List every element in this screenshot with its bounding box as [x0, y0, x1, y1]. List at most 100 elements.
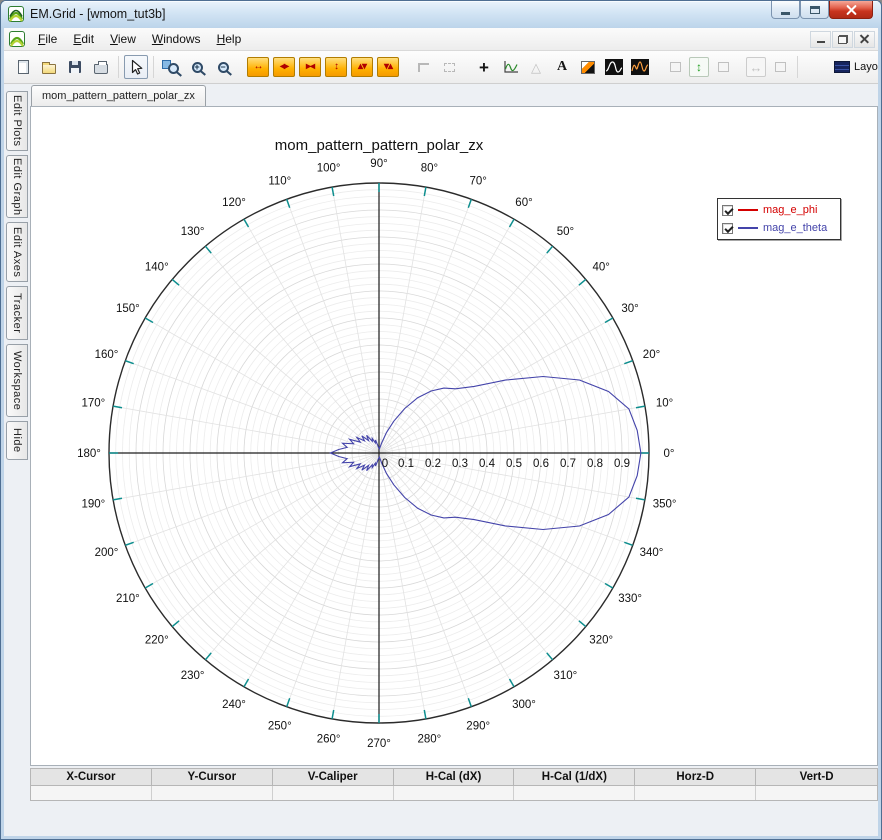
sidebar-tab-edit-graph[interactable]: Edit Graph: [6, 155, 28, 218]
select-cursor-button[interactable]: [124, 55, 148, 79]
theta-label: 320°: [589, 634, 613, 646]
zoom-in-button[interactable]: +: [185, 55, 209, 79]
sidebar-tab-label: Tracker: [11, 292, 23, 334]
new-button[interactable]: [11, 55, 35, 79]
readout-header-h-cal-dx-: H-Cal (dX): [394, 769, 515, 785]
text-annotation-button[interactable]: A: [550, 55, 574, 79]
colormap-button[interactable]: [576, 55, 600, 79]
crosshair-button[interactable]: +: [472, 55, 496, 79]
r-label: 0.4: [479, 458, 496, 470]
pan-horizontal-out-button[interactable]: ◂▸: [273, 57, 295, 77]
zoom-in-icon: +: [191, 61, 203, 73]
theta-label: 200°: [95, 547, 119, 559]
legend-checkbox-mag_e_phi[interactable]: [722, 204, 733, 216]
theta-label: 120°: [222, 197, 246, 209]
r-label: 0.7: [560, 458, 576, 470]
frame-b-button[interactable]: [711, 55, 735, 79]
theta-label: 40°: [593, 262, 610, 274]
theta-label: 190°: [82, 498, 106, 510]
theta-label: 0°: [664, 448, 675, 460]
region-corner-a-button[interactable]: [411, 55, 435, 79]
curve-axes-button[interactable]: [498, 55, 522, 79]
zoom-out-button[interactable]: −: [211, 55, 235, 79]
pan-vertical-in-button[interactable]: ▾▴: [377, 57, 399, 77]
legend-swatch: [738, 227, 758, 229]
menu-edit[interactable]: Edit: [65, 29, 102, 49]
legend: mag_e_phi mag_e_theta: [717, 198, 841, 240]
r-label: 0.2: [425, 458, 441, 470]
readout-value: [393, 786, 515, 800]
region-corner-b-button[interactable]: [437, 55, 461, 79]
plot-panel[interactable]: 0° 10° 20° 30° 40° 50° 60° 70° 80° 90° 100° 110° 120…: [30, 106, 878, 766]
pan-horizontal-in-icon: ▸◂: [305, 61, 315, 72]
save-icon: [69, 61, 81, 73]
theta-label: 110°: [268, 176, 291, 188]
theta-label: 270°: [367, 738, 391, 750]
menu-windows[interactable]: Windows: [144, 29, 209, 49]
expand-vertical-icon: ↕: [334, 61, 339, 72]
sidebar-tab-edit-plots[interactable]: Edit Plots: [6, 91, 28, 151]
theta-label: 20°: [643, 349, 660, 361]
sidebar-tab-hide[interactable]: Hide: [6, 421, 28, 460]
tab-mom-pattern-pattern-polar-zx[interactable]: mom_pattern_pattern_polar_zx: [31, 85, 206, 106]
legend-checkbox-mag_e_theta[interactable]: [722, 222, 733, 234]
readout-bar: X-Cursor Y-Cursor V-Caliper H-Cal (dX) H-Cal…: [30, 768, 878, 801]
legend-swatch: [738, 209, 758, 211]
frame-b-icon: [717, 62, 729, 72]
sidebar-tab-tracker[interactable]: Tracker: [6, 286, 28, 340]
close-icon: [846, 4, 857, 15]
pan-horizontal-out-icon: ◂▸: [279, 61, 289, 72]
pan-horizontal-in-button[interactable]: ▸◂: [299, 57, 321, 77]
new-icon: [17, 60, 29, 74]
mdi-restore-button[interactable]: [832, 30, 853, 48]
readout-header-v-caliper: V-Caliper: [273, 769, 394, 785]
pan-vertical-out-button[interactable]: ▴▾: [351, 57, 373, 77]
minimize-button[interactable]: [771, 1, 800, 19]
layout-button[interactable]: Layout: [829, 55, 878, 79]
frame-a-button[interactable]: [663, 55, 687, 79]
sidebar-tab-workspace[interactable]: Workspace: [6, 344, 28, 417]
sidebar-tab-label: Edit Plots: [11, 95, 23, 147]
close-button[interactable]: [829, 1, 873, 19]
expand-vertical-button[interactable]: ↕: [325, 57, 347, 77]
zoom-region-button[interactable]: [159, 55, 183, 79]
document-icon[interactable]: [9, 31, 25, 47]
theta-label: 90°: [370, 158, 387, 170]
readout-value: [31, 786, 152, 800]
waveform-spectrum-icon: [631, 59, 649, 75]
menu-items: File Edit View Windows Help: [30, 29, 249, 49]
theta-label: 290°: [466, 721, 490, 733]
theta-label: 340°: [640, 547, 664, 559]
region-corner-b-icon: [443, 62, 455, 72]
minimize-icon: [781, 11, 790, 15]
client-area: Edit Plots Edit Graph Edit Axes Tracker Work…: [4, 84, 878, 836]
polar-axes: [108, 182, 650, 724]
maximize-button[interactable]: [800, 1, 829, 19]
menu-help[interactable]: Help: [209, 29, 250, 49]
app-logo-icon[interactable]: [8, 6, 24, 22]
frame-c-button[interactable]: [768, 55, 792, 79]
sidebar-tab-edit-axes[interactable]: Edit Axes: [6, 222, 28, 282]
mdi-close-button[interactable]: [854, 30, 875, 48]
theta-label: 210°: [116, 593, 140, 605]
toolbar-sep: [153, 56, 154, 78]
theta-label: 30°: [621, 303, 638, 315]
expand-horizontal-button[interactable]: ↔: [247, 57, 269, 77]
app-window: EM.Grid - [wmom_tut3b] File Edit View Windo…: [0, 0, 882, 840]
open-button[interactable]: [37, 55, 61, 79]
zoom-out-icon: −: [217, 61, 229, 73]
scale-horizontal-button[interactable]: ↔: [746, 57, 766, 77]
waveform-time-icon: [605, 59, 623, 75]
peak-marker-button[interactable]: △: [524, 55, 548, 79]
menu-bar: File Edit View Windows Help: [4, 28, 878, 51]
save-button[interactable]: [63, 55, 87, 79]
waveform-time-button[interactable]: [602, 55, 626, 79]
mdi-minimize-button[interactable]: [810, 30, 831, 48]
scale-vertical-button[interactable]: ↕: [689, 57, 709, 77]
print-button[interactable]: [89, 55, 113, 79]
menu-view[interactable]: View: [102, 29, 144, 49]
waveform-spectrum-button[interactable]: [628, 55, 652, 79]
title-bar[interactable]: EM.Grid - [wmom_tut3b]: [1, 1, 881, 28]
readout-value: [514, 786, 636, 800]
menu-file[interactable]: File: [30, 29, 65, 49]
